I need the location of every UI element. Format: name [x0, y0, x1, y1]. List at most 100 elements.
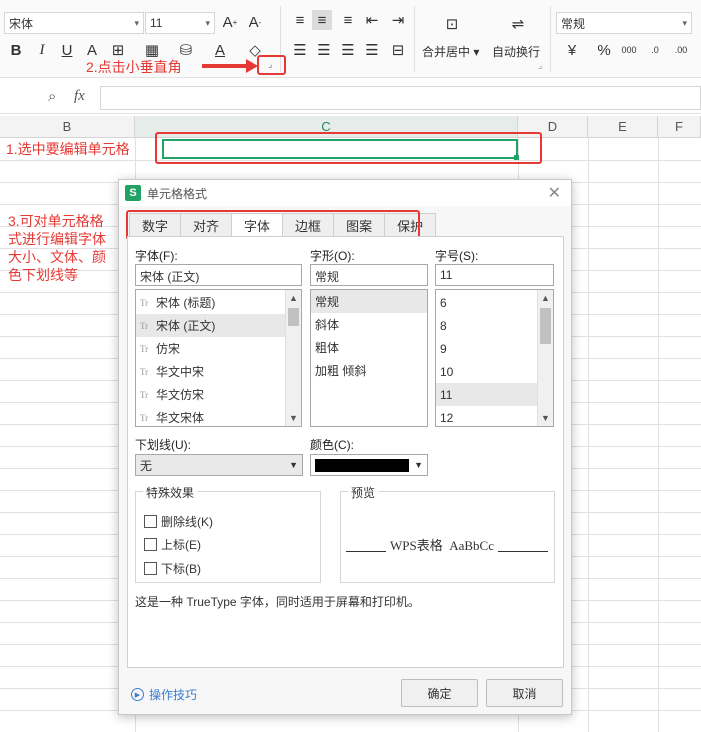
arrow-icon — [202, 59, 258, 73]
ok-button[interactable]: 确定 — [401, 679, 478, 707]
truetype-icon: Tr — [140, 297, 149, 308]
scroll-thumb[interactable] — [288, 308, 299, 326]
list-item[interactable]: Tr 宋体 (标题) — [136, 291, 285, 314]
list-item[interactable]: 6 — [436, 291, 537, 314]
list-item[interactable]: 斜体 — [311, 313, 427, 336]
font-dialog-launcher-icon[interactable]: ⌟ — [268, 59, 272, 70]
chevron-down-icon[interactable]: ▼ — [538, 410, 553, 426]
bold-icon[interactable]: B — [6, 40, 26, 60]
app-logo-icon: S — [125, 185, 141, 201]
font-list[interactable]: Tr 宋体 (标题) Tr 宋体 (正文) Tr 仿宋 Tr 华文中宋 Tr 华文仿宋 T… — [135, 289, 302, 427]
list-item[interactable]: Tr 宋体 (正文) — [136, 314, 285, 337]
italic-icon[interactable]: I — [32, 40, 52, 60]
number-format-combo[interactable]: 常规 ▾ — [556, 12, 692, 34]
font-info-text: 这是一种 TrueType 字体，同时适用于屏幕和打印机。 — [135, 595, 420, 609]
list-item[interactable]: 8 — [436, 314, 537, 337]
color-select[interactable]: ▼ — [310, 454, 428, 476]
list-item[interactable]: 常规 — [311, 290, 427, 313]
chevron-down-icon: ▼ — [289, 460, 298, 470]
scroll-thumb[interactable] — [540, 308, 551, 344]
size-list-scrollbar[interactable]: ▲ ▼ — [537, 290, 553, 426]
column-header-f[interactable]: F — [658, 116, 701, 138]
subscript-checkbox[interactable]: 下标(B) — [144, 560, 201, 577]
font-tab-panel: 字体(F): 宋体 (正文) Tr 宋体 (标题) Tr 宋体 (正文) Tr 仿宋 … — [127, 236, 564, 668]
underline-icon[interactable]: U — [57, 40, 77, 60]
list-item[interactable]: 11 — [436, 383, 537, 406]
decrease-decimal-icon[interactable]: .00 — [671, 40, 691, 60]
list-item[interactable]: 加粗 倾斜 — [311, 359, 427, 382]
number-format-value: 常规 — [561, 16, 586, 31]
checkbox-icon — [144, 562, 157, 575]
justify-icon[interactable]: ☰ — [362, 40, 382, 60]
preview-text: WPS表格 AaBbCc — [386, 535, 499, 554]
chevron-up-icon[interactable]: ▲ — [286, 290, 301, 306]
align-bottom-icon[interactable]: ≡ — [338, 10, 358, 30]
tips-link[interactable]: ▶ 操作技巧 — [131, 686, 197, 703]
align-center-icon[interactable]: ☰ — [314, 40, 334, 60]
cancel-button[interactable]: 取消 — [486, 679, 563, 707]
align-left-icon[interactable]: ☰ — [290, 40, 310, 60]
strikethrough-checkbox[interactable]: 删除线(K) — [144, 513, 213, 530]
align-top-icon[interactable]: ≡ — [290, 10, 310, 30]
merge-center-icon[interactable]: ⊡ — [440, 14, 464, 34]
increase-decimal-icon[interactable]: .0 — [645, 40, 665, 60]
close-icon[interactable]: ✕ — [548, 183, 561, 203]
fx-icon[interactable]: fx — [74, 88, 85, 105]
fill-pattern-icon[interactable]: ▦ — [142, 40, 162, 60]
font-name-combo[interactable]: 宋体 ▾ — [4, 12, 144, 34]
superscript-checkbox[interactable]: 上标(E) — [144, 536, 201, 553]
align-middle-icon[interactable]: ≡ — [312, 10, 332, 30]
fill-color-icon[interactable]: ⛁ — [176, 40, 196, 60]
column-header-b[interactable]: B — [0, 116, 135, 138]
underline-select[interactable]: 无 ▼ — [135, 454, 303, 476]
font-item-label: 宋体 (正文) — [156, 319, 216, 333]
list-item[interactable]: Tr 华文仿宋 — [136, 383, 285, 406]
thousands-icon[interactable]: 000 — [619, 40, 639, 60]
distributed-icon[interactable]: ⊟ — [388, 40, 408, 60]
formula-input[interactable] — [100, 86, 701, 110]
align-right-icon[interactable]: ☰ — [338, 40, 358, 60]
style-list[interactable]: 常规 斜体 粗体 加粗 倾斜 — [310, 289, 428, 427]
list-item[interactable]: 10 — [436, 360, 537, 383]
list-item[interactable]: 9 — [436, 337, 537, 360]
font-list-scrollbar[interactable]: ▲ ▼ — [285, 290, 301, 426]
chevron-down-icon: ▾ — [682, 17, 687, 28]
font-color-icon[interactable]: A — [210, 40, 230, 60]
size-list[interactable]: 6 8 9 10 11 12 ▲ ▼ — [435, 289, 554, 427]
outdent-icon[interactable]: ⇤ — [362, 10, 382, 30]
font-size-combo[interactable]: 11 ▾ — [145, 12, 215, 34]
list-item[interactable]: 粗体 — [311, 336, 427, 359]
size-input[interactable]: 11 — [435, 264, 554, 286]
font-input[interactable]: 宋体 (正文) — [135, 264, 302, 286]
divider — [414, 6, 415, 72]
underline-value: 无 — [140, 458, 153, 473]
chevron-up-icon[interactable]: ▲ — [538, 290, 553, 306]
grid-vline — [588, 138, 589, 732]
style-input[interactable]: 常规 — [310, 264, 428, 286]
play-icon: ▶ — [131, 688, 144, 701]
truetype-icon: Tr — [140, 343, 149, 354]
decrease-font-icon[interactable]: A- — [245, 12, 265, 32]
zoom-icon[interactable]: ⌕ — [48, 88, 56, 105]
color-swatch — [315, 458, 409, 472]
wrap-text-icon[interactable]: ⇌ — [506, 14, 530, 34]
cell-highlight-box — [155, 132, 542, 164]
font-item-label: 华文中宋 — [156, 365, 205, 379]
wrap-text-button[interactable]: 自动换行 — [492, 43, 540, 60]
column-header-e[interactable]: E — [588, 116, 658, 138]
indent-icon[interactable]: ⇥ — [388, 10, 408, 30]
color-label: 颜色(C): — [310, 438, 354, 452]
currency-icon[interactable]: ¥ — [562, 40, 582, 60]
list-item[interactable]: Tr 华文中宋 — [136, 360, 285, 383]
percent-icon[interactable]: % — [594, 40, 614, 60]
increase-font-icon[interactable]: A + — [220, 12, 240, 32]
chevron-down-icon[interactable]: ▼ — [286, 410, 301, 426]
divider — [550, 6, 551, 72]
list-item[interactable]: Tr 仿宋 — [136, 337, 285, 360]
list-item[interactable]: Tr 华文宋体 — [136, 406, 285, 426]
border-icon[interactable]: ⊞ — [108, 40, 128, 60]
merge-center-button[interactable]: 合并居中 ▾ — [422, 43, 479, 60]
truetype-icon: Tr — [140, 366, 149, 377]
strikethrough-icon[interactable]: A — [82, 40, 102, 60]
list-item[interactable]: 12 — [436, 406, 537, 426]
